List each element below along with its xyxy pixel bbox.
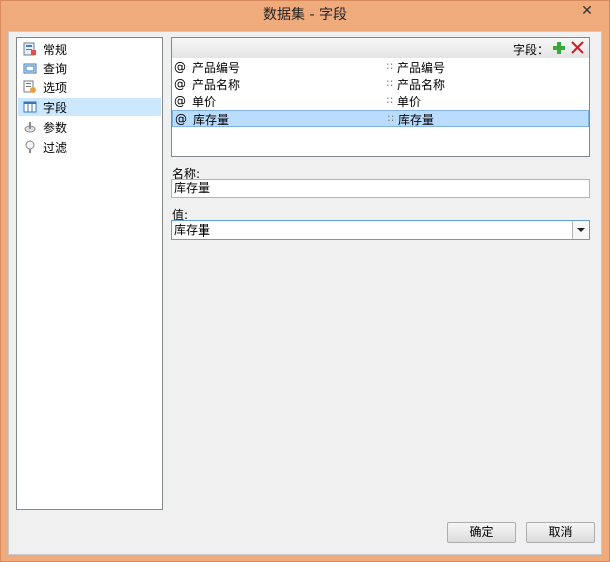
fields-list-header: 字段：: [172, 38, 589, 58]
delete-field-icon[interactable]: [571, 41, 584, 54]
dropdown-arrow-icon[interactable]: [572, 221, 589, 239]
nav-item-label: 查询: [43, 61, 68, 76]
field-prefix: @: [175, 112, 187, 126]
field-name: 单价: [192, 95, 217, 109]
field-separator: ::: [386, 76, 394, 89]
nav-item-fields[interactable]: 字段: [18, 98, 161, 116]
field-separator: ::: [386, 93, 394, 106]
ok-button[interactable]: 确定: [447, 522, 516, 543]
value-text: 库存量: [174, 223, 211, 237]
nav-item-label: 常规: [43, 42, 68, 57]
general-icon: [23, 42, 37, 56]
close-icon: ✕: [581, 3, 593, 19]
add-field-icon[interactable]: [553, 42, 565, 54]
nav-item-label: 选项: [43, 80, 68, 95]
field-value: 库存量: [398, 113, 435, 127]
text-cursor: [203, 224, 204, 237]
nav-item-label: 过滤: [43, 140, 68, 155]
fields-header-label: 字段：: [513, 43, 550, 57]
nav-item-query[interactable]: 查询: [18, 59, 161, 77]
field-value: 单价: [397, 95, 422, 109]
fields-icon: [23, 100, 37, 114]
field-row-selected[interactable]: @ 库存量 :: 库存量: [172, 110, 589, 127]
close-button[interactable]: ✕: [572, 1, 602, 21]
dialog-window: 数据集 - 字段 ✕ 常规 查询 选项 字段 参数 过滤 字段： @ 产品编号 …: [0, 0, 610, 562]
field-separator: ::: [387, 111, 395, 124]
nav-list: 常规 查询 选项 字段 参数 过滤: [16, 37, 163, 510]
nav-item-general[interactable]: 常规: [18, 40, 161, 58]
field-name: 库存量: [193, 113, 230, 127]
cancel-button[interactable]: 取消: [526, 522, 595, 543]
field-prefix: @: [174, 60, 186, 74]
field-value: 产品编号: [397, 61, 446, 75]
filter-icon: [23, 140, 37, 154]
field-row[interactable]: @ 单价 :: 单价: [172, 93, 589, 110]
nav-item-options[interactable]: 选项: [18, 78, 161, 96]
field-separator: ::: [386, 59, 394, 72]
nav-item-label: 参数: [43, 120, 68, 135]
nav-item-label: 字段: [43, 100, 68, 115]
options-icon: [23, 80, 37, 94]
field-prefix: @: [174, 94, 186, 108]
field-prefix: @: [174, 77, 186, 91]
field-name: 产品名称: [192, 78, 241, 92]
field-row[interactable]: @ 产品名称 :: 产品名称: [172, 76, 589, 93]
field-value: 产品名称: [397, 78, 446, 92]
query-icon: [23, 61, 37, 75]
field-name: 产品编号: [192, 61, 241, 75]
nav-item-filter[interactable]: 过滤: [18, 138, 161, 156]
window-title: 数据集 - 字段: [263, 7, 347, 23]
nav-item-parameters[interactable]: 参数: [18, 118, 161, 136]
fields-list[interactable]: 字段： @ 产品编号 :: 产品编号 @ 产品名称:: 产品名称 @ 单价:…: [171, 37, 590, 157]
field-row[interactable]: @ 产品编号 :: 产品编号: [172, 59, 589, 76]
parameters-icon: [23, 120, 37, 134]
value-combobox[interactable]: 库存量: [171, 220, 590, 240]
dialog-body: 常规 查询 选项 字段 参数 过滤 字段： @ 产品编号:: 产品编号 @ 产…: [8, 31, 602, 555]
name-field[interactable]: 库存量: [171, 179, 590, 198]
